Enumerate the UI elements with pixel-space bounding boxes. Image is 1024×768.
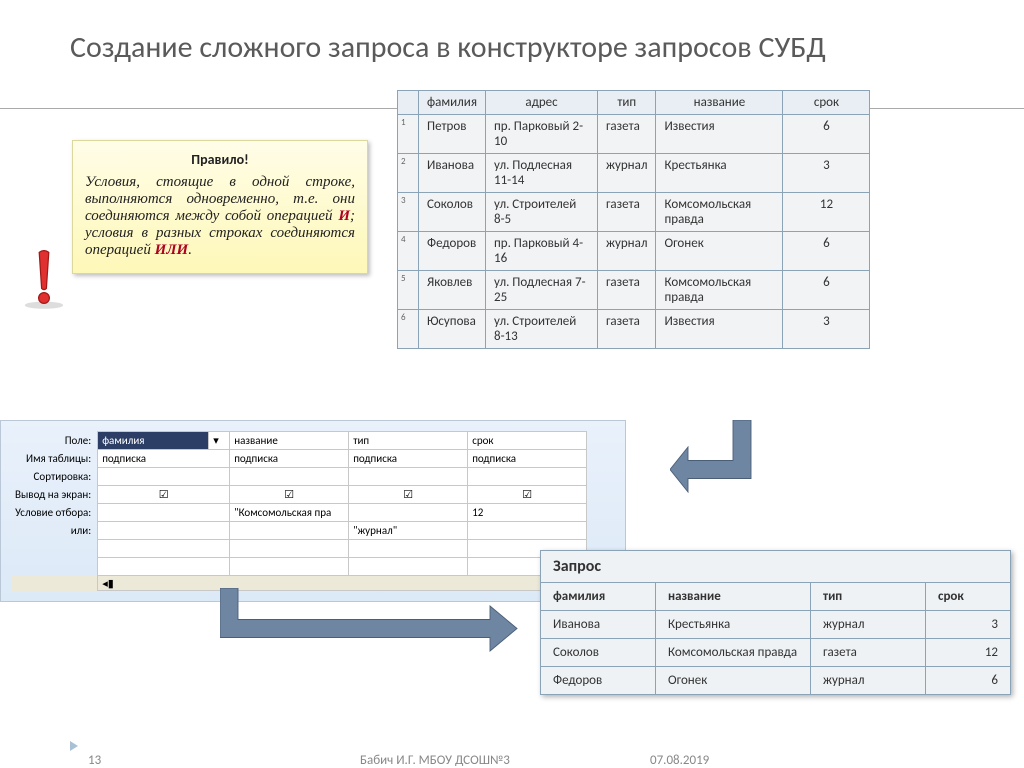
th-name: название xyxy=(656,91,783,115)
query-designer-panel: Поле: фамилия ▾ название тип срок Имя та… xyxy=(0,420,626,602)
table-row: 3Соколовул. Строителей 8-5газетаКомсомол… xyxy=(398,193,870,232)
source-table: фамилия адрес тип название срок 1Петровп… xyxy=(397,90,870,349)
page-title: Создание сложного запроса в конструкторе… xyxy=(70,30,826,66)
rule-t1: Условия, стоящие в одной строке, выполня… xyxy=(85,174,355,224)
rule-t3: . xyxy=(188,242,192,258)
cell-or[interactable] xyxy=(230,522,349,540)
cell-or[interactable]: "журнал" xyxy=(349,522,468,540)
cell-field[interactable]: срок xyxy=(468,432,587,450)
slide-bullet-icon xyxy=(70,741,78,751)
th-type: тип xyxy=(597,91,655,115)
cell-or[interactable] xyxy=(468,522,587,540)
arrow-icon xyxy=(220,588,570,688)
th-address: адрес xyxy=(485,91,597,115)
lbl-show: Вывод на экран: xyxy=(11,486,98,504)
cell-sort[interactable] xyxy=(98,468,230,486)
lbl-or: или: xyxy=(11,522,98,540)
lbl-field: Поле: xyxy=(11,432,98,450)
show-checkbox[interactable]: ☑ xyxy=(230,486,349,504)
qh: срок xyxy=(926,583,1011,611)
query-result-table: Запрос фамилия название тип срок Иванова… xyxy=(540,550,1011,695)
table-row: ФедоровОгонекжурнал6 xyxy=(541,667,1011,695)
rule-kw-and: И xyxy=(338,208,350,224)
page-number: 13 xyxy=(88,753,101,768)
cell-table[interactable]: подписка xyxy=(468,450,587,468)
table-row: СоколовКомсомольская правдагазета12 xyxy=(541,639,1011,667)
date: 07.08.2019 xyxy=(650,753,709,768)
rule-body: Условия, стоящие в одной строке, выполня… xyxy=(85,174,355,259)
author: Бабич И.Г. МБОУ ДСОШ№3 xyxy=(360,753,510,768)
table-row: 1Петровпр. Парковый 2-10газетаИзвестия6 xyxy=(398,115,870,154)
table-row: 4Федоровпр. Парковый 4-16журналОгонек6 xyxy=(398,232,870,271)
lbl-criteria: Условие отбора: xyxy=(11,504,98,522)
qh: тип xyxy=(811,583,926,611)
query-grid: Поле: фамилия ▾ название тип срок Имя та… xyxy=(11,431,587,591)
table-row: 6Юсуповаул. Строителей 8-13газетаИзвести… xyxy=(398,310,870,349)
table-row: 2Ивановаул. Подлесная 11-14журналКрестья… xyxy=(398,154,870,193)
show-checkbox[interactable]: ☑ xyxy=(98,486,230,504)
cell-table[interactable]: подписка xyxy=(230,450,349,468)
table-row: ИвановаКрестьянкажурнал3 xyxy=(541,611,1011,639)
lbl-table: Имя таблицы: xyxy=(11,450,98,468)
qh: название xyxy=(656,583,811,611)
arrow-icon xyxy=(670,420,780,520)
cell-criteria[interactable]: "Комсомольская пра xyxy=(230,504,349,522)
cell-table[interactable]: подписка xyxy=(98,450,230,468)
lbl-sort: Сортировка: xyxy=(11,468,98,486)
cell-criteria[interactable] xyxy=(349,504,468,522)
cell-criteria[interactable] xyxy=(98,504,230,522)
qh: фамилия xyxy=(541,583,656,611)
cell-field[interactable]: фамилия xyxy=(98,432,209,450)
show-checkbox[interactable]: ☑ xyxy=(349,486,468,504)
query-title: Запрос xyxy=(541,551,1011,583)
show-checkbox[interactable]: ☑ xyxy=(468,486,587,504)
cell-field[interactable]: название xyxy=(230,432,349,450)
rule-kw-or: ИЛИ xyxy=(155,242,189,258)
cell-table[interactable]: подписка xyxy=(349,450,468,468)
rule-heading: Правило! xyxy=(85,151,355,168)
th-surname: фамилия xyxy=(419,91,486,115)
cell-field[interactable]: тип xyxy=(349,432,468,450)
cell-criteria[interactable]: 12 xyxy=(468,504,587,522)
cell-or[interactable] xyxy=(98,522,230,540)
exclamation-icon xyxy=(20,250,68,310)
th-term: срок xyxy=(783,91,870,115)
rule-note: Правило! Условия, стоящие в одной строке… xyxy=(72,140,368,274)
table-row: 5Яковлевул. Подлесная 7-25газетаКомсомол… xyxy=(398,271,870,310)
